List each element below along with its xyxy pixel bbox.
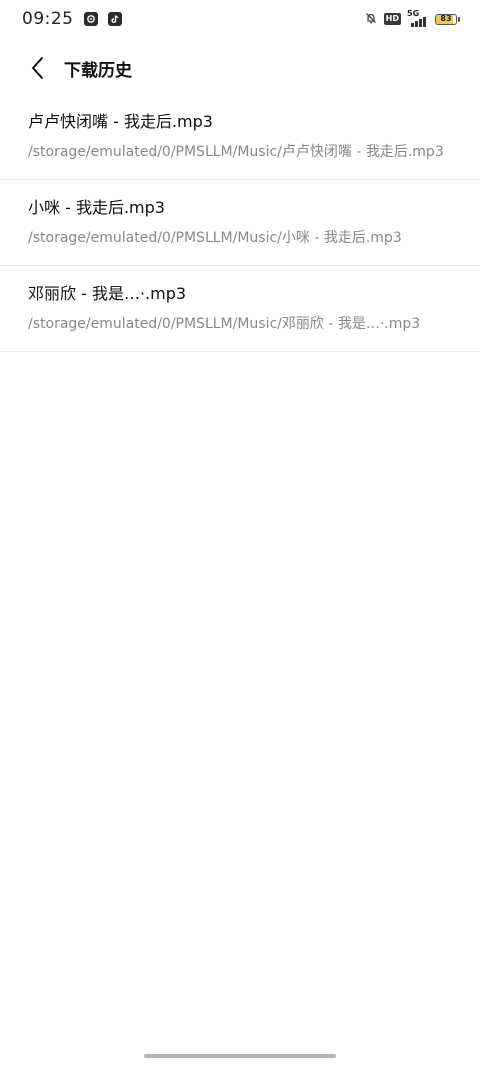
app-header: 下载历史	[0, 44, 480, 92]
battery-level: 83	[440, 13, 452, 23]
list-item[interactable]: 小咪 - 我走后.mp3 /storage/emulated/0/PMSLLM/…	[0, 180, 480, 266]
item-file-path: /storage/emulated/0/PMSLLM/Music/卢卢快闭嘴 -…	[28, 144, 444, 160]
item-file-path: /storage/emulated/0/PMSLLM/Music/小咪 - 我走…	[28, 230, 402, 246]
hd-voice-badge: HD	[383, 13, 401, 25]
item-file-path: /storage/emulated/0/PMSLLM/Music/邓丽欣 - 我…	[28, 316, 421, 332]
download-history-list: 卢卢快闭嘴 - 我走后.mp3 /storage/emulated/0/PMSL…	[0, 94, 480, 352]
status-right: HD 5G 83	[364, 9, 460, 29]
item-file-name: 邓丽欣 - 我是…·.mp3	[28, 284, 187, 303]
signal-icon: 5G	[407, 9, 429, 27]
bell-muted-icon	[364, 10, 378, 29]
list-item[interactable]: 卢卢快闭嘴 - 我走后.mp3 /storage/emulated/0/PMSL…	[0, 94, 480, 180]
back-button[interactable]	[18, 48, 58, 88]
status-time: 09:25	[22, 9, 74, 29]
page-title: 下载历史	[64, 60, 132, 81]
battery-tip	[458, 16, 460, 22]
status-bar: 09:25 HD 5G 83	[0, 0, 480, 38]
list-item[interactable]: 邓丽欣 - 我是…·.mp3 /storage/emulated/0/PMSLL…	[0, 266, 480, 352]
tiktok-icon	[107, 12, 122, 26]
battery-icon: 83	[435, 13, 457, 25]
status-left: 09:25	[22, 9, 122, 29]
item-file-name: 卢卢快闭嘴 - 我走后.mp3	[28, 112, 213, 131]
music-app-icon	[83, 12, 98, 26]
item-file-name: 小咪 - 我走后.mp3	[28, 198, 165, 217]
home-indicator[interactable]	[144, 1054, 336, 1058]
chevron-left-icon	[32, 57, 43, 79]
